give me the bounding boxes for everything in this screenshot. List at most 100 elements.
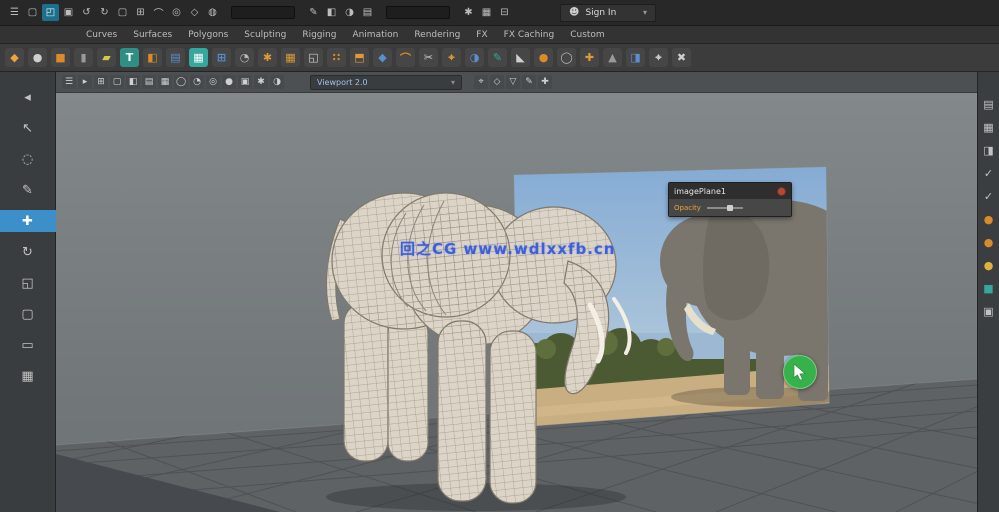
scale-tool-icon[interactable]: ◱ (0, 272, 56, 294)
tab-5[interactable]: Animation (352, 30, 398, 40)
remesh-icon[interactable]: ▦ (189, 48, 208, 67)
render-check-icon[interactable]: ✓ (984, 190, 993, 203)
snap-point-icon[interactable]: ◎ (168, 4, 185, 21)
paint-effects-icon[interactable]: ✱ (460, 4, 477, 21)
shadows-icon[interactable]: ◑ (270, 75, 284, 89)
tab-3[interactable]: Sculpting (244, 30, 286, 40)
visibility-check-icon[interactable]: ✓ (984, 167, 993, 180)
grid-icon[interactable]: ⊞ (212, 48, 231, 67)
sculpt-icon[interactable]: ● (534, 48, 553, 67)
lasso-tool-icon[interactable]: ◌ (0, 148, 56, 170)
material-sphere-icon[interactable]: ● (984, 213, 994, 226)
quad-draw-icon[interactable]: ✎ (488, 48, 507, 67)
popup-record-icon[interactable] (777, 186, 786, 196)
viewport[interactable]: ☰ ▸ ⊞ ▢ ◧ ▤ ▦ ◯ ◔ ◎ ● ▣ ✱ ◑ Viewport 2.0 ▾ ⌖ ◇ ▽ ✎ ✚ (56, 72, 977, 512)
snap-plane-icon[interactable]: ◇ (186, 4, 203, 21)
toolbox-icon[interactable]: ⊟ (496, 4, 513, 21)
new-scene-icon[interactable]: ▢ (24, 4, 41, 21)
open-scene-icon[interactable]: ◰ (42, 4, 59, 21)
paint-select-tool-icon[interactable]: ✎ (0, 179, 56, 201)
tab-9[interactable]: Custom (570, 30, 604, 40)
safe-action-icon[interactable]: ◯ (174, 75, 188, 89)
star-icon[interactable]: ✱ (258, 48, 277, 67)
wireframe-icon[interactable]: ◎ (206, 75, 220, 89)
wedge-icon[interactable]: ▲ (603, 48, 622, 67)
snap-grid-icon[interactable]: ⊞ (132, 4, 149, 21)
field-chart-icon[interactable]: ▦ (158, 75, 172, 89)
tab-8[interactable]: FX Caching (504, 30, 555, 40)
film-gate-icon[interactable]: ▢ (110, 75, 124, 89)
move-tool-icon[interactable]: ✚ (0, 210, 56, 232)
symmetry-icon[interactable]: ◨ (626, 48, 645, 67)
bevel-icon[interactable]: ◆ (373, 48, 392, 67)
textured-icon[interactable]: ▣ (238, 75, 252, 89)
signin-dropdown[interactable]: ☻ Sign In ▾ (560, 3, 656, 22)
gamma-icon[interactable]: ✎ (522, 75, 536, 89)
isolate-select-icon[interactable]: ⌖ (474, 75, 488, 89)
select-camera-icon[interactable]: ▸ (78, 75, 92, 89)
material-sphere-icon-3[interactable]: ● (984, 259, 994, 272)
layout-single-pane-icon[interactable]: ▭ (0, 334, 56, 356)
collapse-arrow-icon[interactable]: ◂ (0, 86, 56, 108)
status-field-2[interactable] (386, 6, 450, 19)
sphere-icon[interactable]: ● (28, 48, 47, 67)
crease-icon[interactable]: ◣ (511, 48, 530, 67)
tab-6[interactable]: Rendering (414, 30, 460, 40)
separate-icon[interactable]: ∷ (327, 48, 346, 67)
delete-icon[interactable]: ✖ (672, 48, 691, 67)
tab-2[interactable]: Polygons (188, 30, 228, 40)
type-tool-icon[interactable]: T (120, 48, 139, 67)
renderer-dropdown[interactable]: Viewport 2.0 ▾ (310, 74, 462, 90)
mash-icon[interactable]: ▤ (166, 48, 185, 67)
hypershade-icon[interactable]: ▦ (478, 4, 495, 21)
smooth-icon[interactable]: ◔ (235, 48, 254, 67)
selection-mask-icon[interactable]: ▢ (114, 4, 131, 21)
panel-menu-icon[interactable]: ☰ (62, 75, 76, 89)
construction-history-icon[interactable]: ✎ (305, 4, 322, 21)
options-popup[interactable]: imagePlane1 Opacity (668, 182, 792, 217)
lighting-icon[interactable]: ✱ (254, 75, 268, 89)
popup-slider[interactable] (706, 204, 743, 211)
safe-title-icon[interactable]: ◔ (190, 75, 204, 89)
exposure-icon[interactable]: ▽ (506, 75, 520, 89)
mirror-icon[interactable]: ◑ (465, 48, 484, 67)
material-sphere-icon-2[interactable]: ● (984, 236, 994, 249)
rotate-tool-icon[interactable]: ↻ (0, 241, 56, 263)
target-weld-icon[interactable]: ⌖ (442, 48, 461, 67)
xray-icon[interactable]: ◇ (490, 75, 504, 89)
undo-icon[interactable]: ↺ (78, 4, 95, 21)
cube-icon[interactable]: ■ (51, 48, 70, 67)
relax-icon[interactable]: ◯ (557, 48, 576, 67)
layer-editor-icon[interactable]: ▦ (983, 121, 993, 134)
curve-tool-icon[interactable]: ◆ (5, 48, 24, 67)
select-tool-icon[interactable]: ↖ (0, 117, 56, 139)
extrude-icon[interactable]: ⬒ (350, 48, 369, 67)
cylinder-icon[interactable]: ▮ (74, 48, 93, 67)
snapshot-icon[interactable]: ✚ (538, 75, 552, 89)
redo-icon[interactable]: ↻ (96, 4, 113, 21)
bridge-icon[interactable]: ⌒ (396, 48, 415, 67)
ipr-render-icon[interactable]: ◑ (341, 4, 358, 21)
tab-4[interactable]: Rigging (302, 30, 336, 40)
render-settings-icon[interactable]: ▤ (359, 4, 376, 21)
snap-curve-icon[interactable]: ⌒ (150, 4, 167, 21)
plane-icon[interactable]: ▰ (97, 48, 116, 67)
channel-box-icon[interactable]: ▤ (983, 98, 993, 111)
multicut-icon[interactable]: ✂ (419, 48, 438, 67)
make-live-icon[interactable]: ◍ (204, 4, 221, 21)
pin-icon[interactable]: ✚ (580, 48, 599, 67)
save-scene-icon[interactable]: ▣ (60, 4, 77, 21)
boolean-icon[interactable]: ◧ (143, 48, 162, 67)
tab-0[interactable]: Curves (86, 30, 117, 40)
menu-toggle-icon[interactable]: ☰ (6, 4, 23, 21)
last-tool-icon[interactable]: ▢ (0, 303, 56, 325)
tab-7[interactable]: FX (476, 30, 487, 40)
combine-icon[interactable]: ◱ (304, 48, 323, 67)
display-toggle-icon[interactable]: ◨ (983, 144, 993, 157)
utility-icon[interactable]: ■ (983, 282, 993, 295)
measure-icon[interactable]: ⌖ (649, 48, 668, 67)
layout-four-pane-icon[interactable]: ▦ (0, 365, 56, 387)
tab-1[interactable]: Surfaces (133, 30, 172, 40)
status-field-1[interactable] (231, 6, 295, 19)
resolution-gate-icon[interactable]: ◧ (126, 75, 140, 89)
